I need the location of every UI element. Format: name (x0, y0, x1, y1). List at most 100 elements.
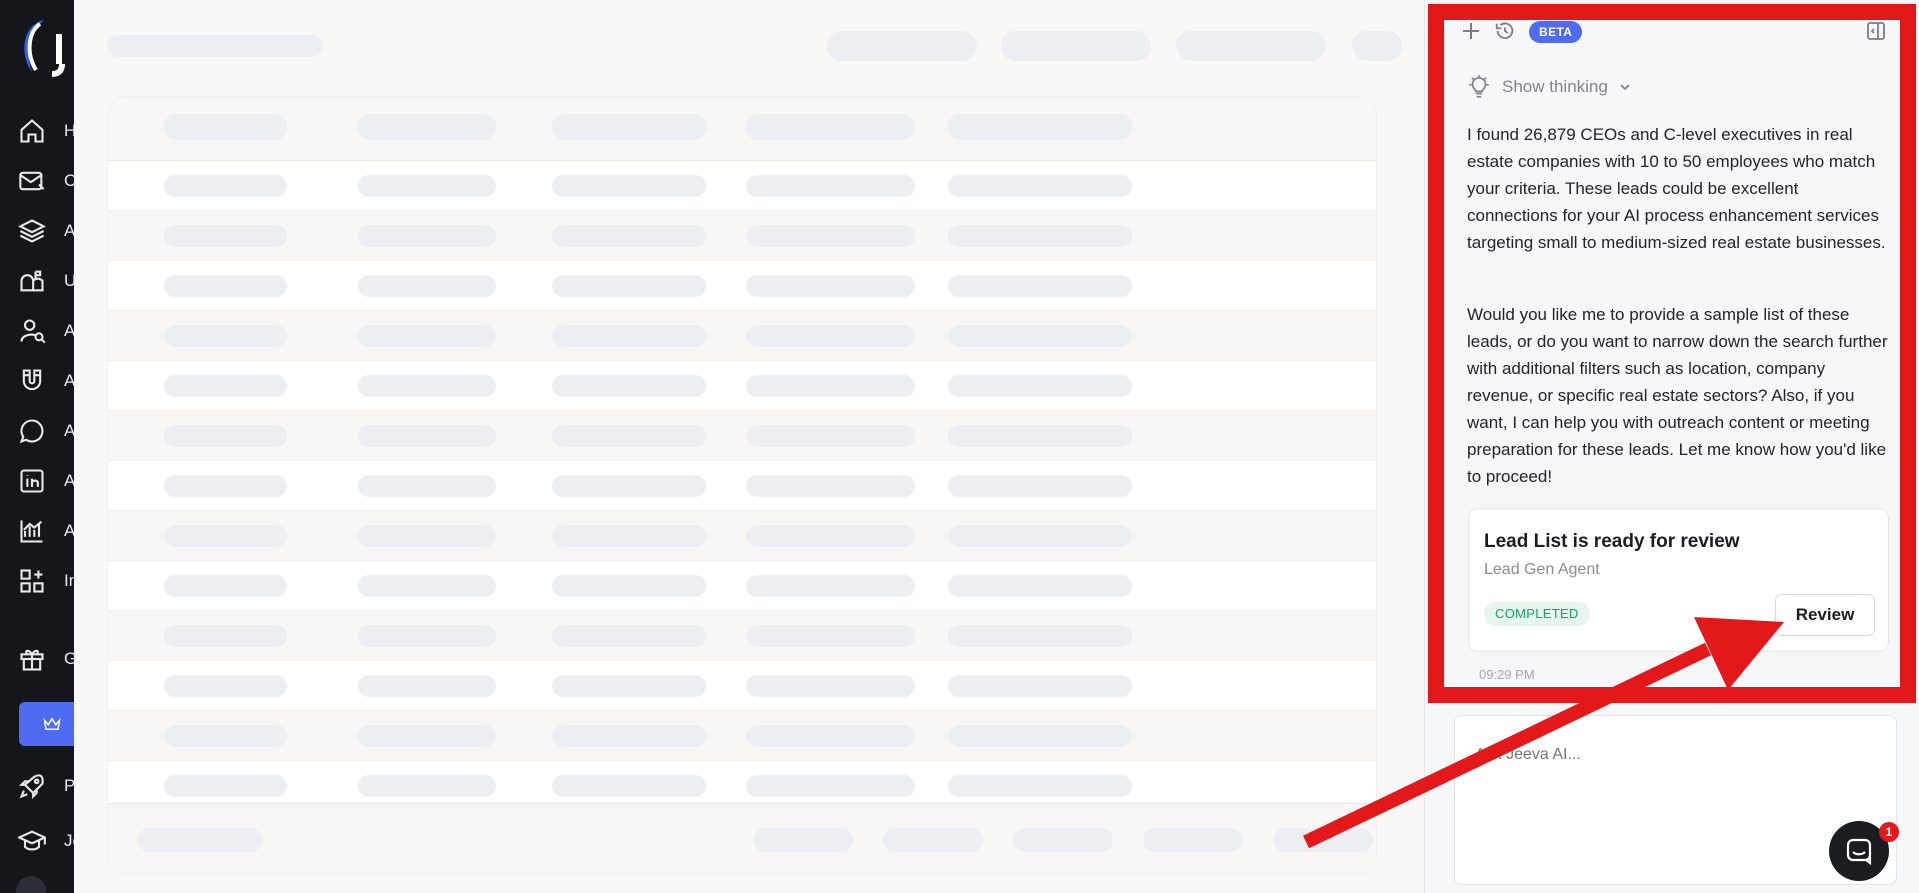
chart-icon (20, 520, 43, 543)
cell-skeleton (948, 625, 1132, 647)
app-logo[interactable] (16, 16, 74, 80)
sidebar-item-academy[interactable]: Je (18, 823, 74, 859)
header-cell-skeleton (552, 114, 706, 140)
cell-skeleton (358, 225, 496, 247)
upgrade-button[interactable] (19, 702, 74, 746)
layers-icon (18, 219, 46, 243)
toolbar-button-skeleton (1176, 31, 1326, 61)
cell-skeleton (552, 725, 706, 747)
sidebar-item-chat[interactable]: A (18, 413, 74, 449)
cell-skeleton (948, 225, 1132, 247)
sidebar-item-integrations[interactable]: In (18, 563, 74, 599)
cell-skeleton (552, 275, 706, 297)
sidebar-item-label: A (64, 321, 74, 340)
cell-skeleton (552, 425, 706, 447)
cell-skeleton (552, 575, 706, 597)
toolbar-button-skeleton (1001, 31, 1151, 61)
cell-skeleton (552, 775, 706, 797)
toolbar-button-skeleton (1352, 31, 1402, 61)
table-row (108, 361, 1376, 411)
cell-skeleton (746, 775, 915, 797)
pagination-skeleton (1273, 828, 1373, 852)
cell-skeleton (948, 725, 1132, 747)
cell-skeleton (164, 275, 287, 297)
header-cell-skeleton (164, 114, 287, 140)
cell-skeleton (358, 775, 496, 797)
cell-skeleton (552, 525, 706, 547)
sidebar-item-label: G (64, 649, 74, 668)
sidebar-item-label: In (64, 571, 74, 590)
cell-skeleton (746, 425, 915, 447)
cell-skeleton (948, 475, 1132, 497)
cell-skeleton (746, 225, 915, 247)
graduation-cap-icon (18, 830, 46, 851)
cell-skeleton (552, 225, 706, 247)
page-title-skeleton (107, 35, 323, 57)
header-cell-skeleton (746, 114, 915, 140)
cell-skeleton (164, 425, 287, 447)
sidebar-item-label: Je (64, 831, 74, 850)
user-search-icon (20, 319, 46, 344)
crown-icon (43, 717, 61, 730)
cell-skeleton (358, 575, 496, 597)
cell-skeleton (358, 275, 496, 297)
sidebar-item-linkedin[interactable]: A (18, 463, 74, 499)
cell-skeleton (358, 425, 496, 447)
sidebar-item-user-search[interactable]: A (18, 313, 74, 349)
cell-skeleton (746, 525, 915, 547)
gift-icon (20, 649, 44, 671)
sidebar-item-label: A (64, 421, 74, 440)
sidebar-item-rocket[interactable]: Po (18, 768, 74, 804)
sidebar-item-mail[interactable]: C (18, 163, 74, 199)
avatar[interactable] (16, 876, 46, 893)
table-row (108, 611, 1376, 661)
sidebar-item-magnet[interactable]: A (18, 363, 74, 399)
sidebar-item-label: Po (64, 776, 74, 795)
cell-skeleton (358, 675, 496, 697)
sidebar-item-gift[interactable]: G (18, 641, 74, 677)
cell-skeleton (746, 375, 915, 397)
cell-skeleton (552, 375, 706, 397)
cell-skeleton (948, 775, 1132, 797)
sidebar-item-label: A (64, 371, 74, 390)
cell-skeleton (948, 575, 1132, 597)
main-content (74, 0, 1424, 893)
cell-skeleton (164, 775, 287, 797)
cell-skeleton (948, 525, 1132, 547)
home-icon (20, 119, 44, 143)
cell-skeleton (358, 175, 496, 197)
sidebar-item-label: A (64, 521, 74, 540)
cell-skeleton (746, 625, 915, 647)
cell-skeleton (164, 375, 287, 397)
sidebar-item-mailbox[interactable]: U (18, 263, 74, 299)
sidebar-item-analytics[interactable]: A (18, 513, 74, 549)
cell-skeleton (948, 375, 1132, 397)
sidebar-item-label: A (64, 471, 74, 490)
sidebar-item-home[interactable]: H (18, 113, 74, 149)
cell-skeleton (358, 325, 496, 347)
table-footer (108, 803, 1376, 873)
pagination-skeleton (753, 828, 853, 852)
cell-skeleton (746, 725, 915, 747)
table-row (108, 711, 1376, 761)
pagination-skeleton (1143, 828, 1243, 852)
chat-input[interactable] (1475, 746, 1875, 764)
header-cell-skeleton (358, 114, 496, 140)
table-row (108, 261, 1376, 311)
cell-skeleton (746, 275, 915, 297)
notification-count-badge: 1 (1879, 822, 1899, 842)
cell-skeleton (552, 625, 706, 647)
cell-skeleton (164, 475, 287, 497)
sidebar-item-layers[interactable]: A (18, 213, 74, 249)
table-row (108, 411, 1376, 461)
cell-skeleton (948, 275, 1132, 297)
sidebar: H C A U A A A A A In G P J (0, 0, 74, 893)
annotation-highlight-box (1428, 4, 1916, 703)
cell-skeleton (164, 325, 287, 347)
cell-skeleton (358, 625, 496, 647)
cell-skeleton (746, 325, 915, 347)
cell-skeleton (948, 325, 1132, 347)
table-row (108, 211, 1376, 261)
sidebar-item-label: A (64, 221, 74, 240)
cell-skeleton (948, 175, 1132, 197)
